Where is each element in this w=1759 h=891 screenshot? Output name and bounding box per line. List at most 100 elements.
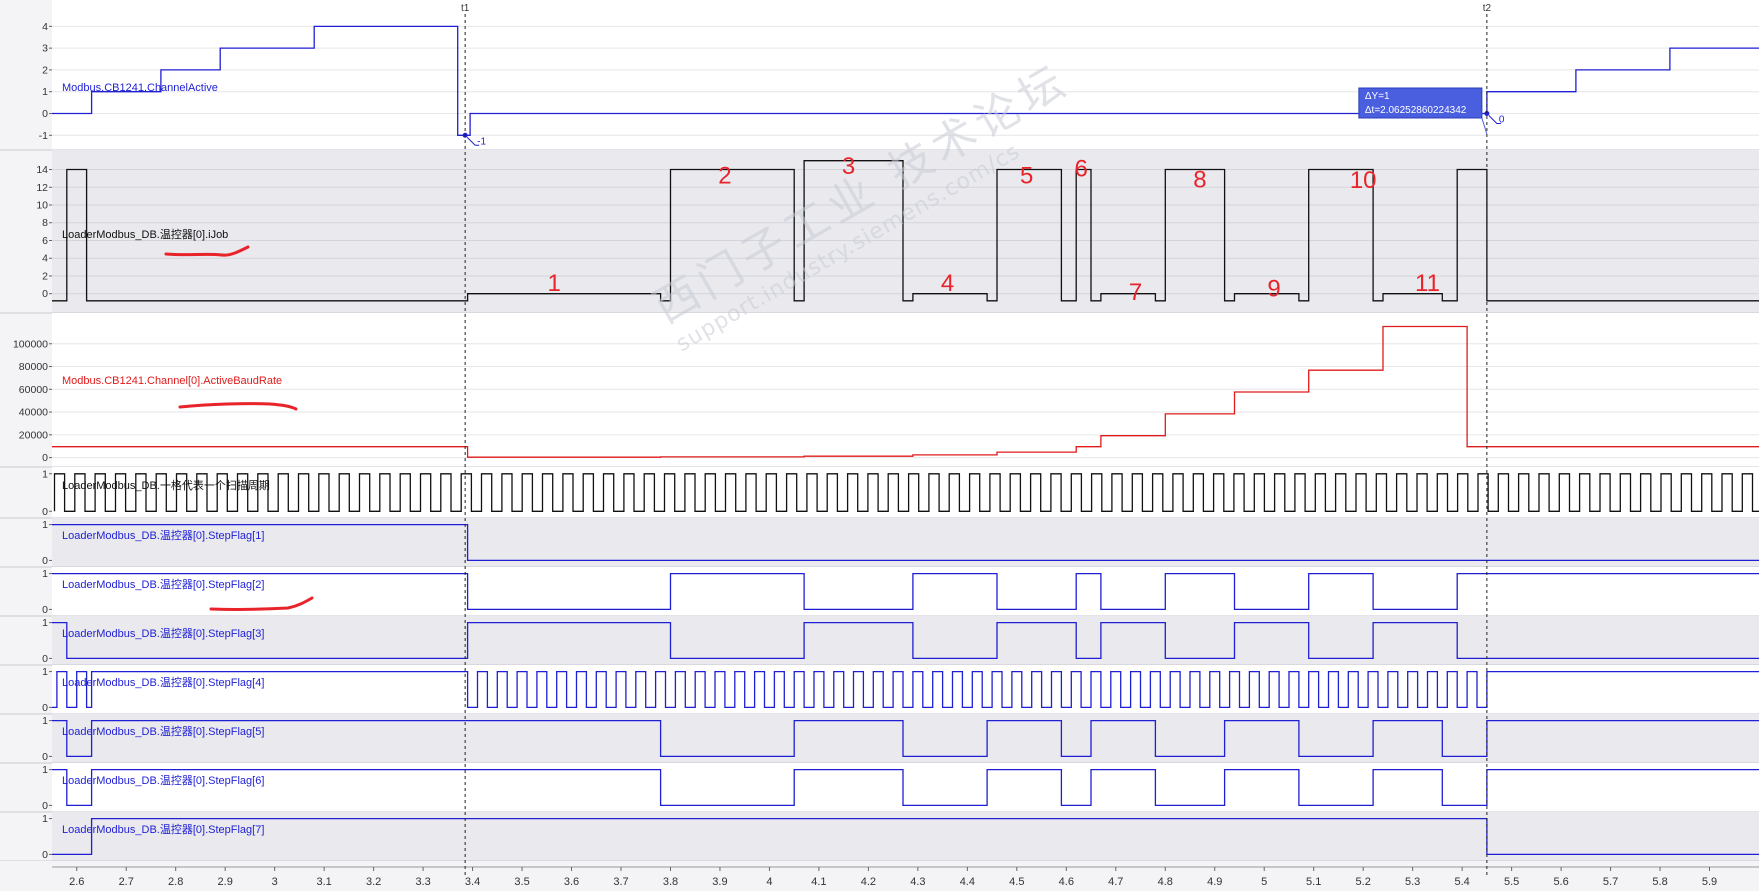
- track-background: [52, 313, 1759, 467]
- signal-name: LoaderModbus_DB.温控器[0].iJob: [62, 227, 228, 241]
- track-8[interactable]: 1 0 LoaderModbus_DB.温控器[0].StepFlag[4]: [0, 665, 1759, 715]
- track-background: [52, 567, 1759, 616]
- step-annotation: 2: [718, 163, 731, 190]
- y-tick-label: 14: [36, 164, 48, 176]
- y-tick-label: 1: [42, 666, 48, 678]
- y-tick-label: 0: [42, 555, 48, 567]
- x-tick-label: 3.7: [613, 876, 628, 888]
- track-background: [52, 665, 1759, 714]
- step-annotation: 5: [1020, 163, 1033, 190]
- y-tick-label: 80000: [19, 361, 48, 373]
- track-10[interactable]: 1 0 LoaderModbus_DB.温控器[0].StepFlag[6]: [0, 763, 1759, 813]
- y-tick-label: 0: [42, 653, 48, 665]
- y-tick-label: 0: [42, 702, 48, 714]
- signal-name: LoaderModbus_DB.温控器[0].StepFlag[7]: [62, 822, 264, 836]
- signal-name: LoaderModbus_DB.温控器[0].StepFlag[1]: [62, 528, 264, 542]
- x-tick-label: 4.8: [1158, 876, 1173, 888]
- signal-name: Modbus.CB1241.Channel[0].ActiveBaudRate: [62, 375, 282, 387]
- step-annotation: 6: [1074, 156, 1087, 183]
- x-tick-label: 4.9: [1207, 876, 1222, 888]
- y-tick-label: 1: [42, 568, 48, 580]
- x-tick-label: 4.6: [1059, 876, 1074, 888]
- x-tick-label: 5.6: [1553, 876, 1568, 888]
- track-9[interactable]: 1 0 LoaderModbus_DB.温控器[0].StepFlag[5]: [0, 714, 1759, 764]
- cursor-label-t1: t1: [461, 3, 470, 14]
- y-tick-label: 0: [42, 800, 48, 812]
- y-tick-label: 12: [36, 182, 48, 194]
- signal-name: LoaderModbus_DB.温控器[0].StepFlag[6]: [62, 773, 264, 787]
- track-4[interactable]: 1 0 LoaderModbus_DB.一格代表一个扫描周期: [0, 467, 1759, 519]
- x-tick-label: 3.5: [514, 876, 529, 888]
- step-annotation: 3: [842, 153, 855, 180]
- x-tick-label: 2.7: [119, 876, 134, 888]
- y-tick-label: 0: [42, 288, 48, 300]
- y-tick-label: 1: [42, 715, 48, 727]
- x-tick-label: 4.5: [1009, 876, 1024, 888]
- y-tick-label: 4: [42, 21, 48, 33]
- step-annotation: 8: [1193, 166, 1206, 193]
- x-tick-label: 5.5: [1504, 876, 1519, 888]
- x-tick-label: 4.2: [861, 876, 876, 888]
- signal-name: LoaderModbus_DB.温控器[0].StepFlag[5]: [62, 724, 264, 738]
- x-tick-label: 3.2: [366, 876, 381, 888]
- signal-name: LoaderModbus_DB.温控器[0].StepFlag[2]: [62, 577, 264, 591]
- y-tick-label: 100000: [13, 338, 48, 350]
- track-background: [52, 714, 1759, 763]
- track-background: [52, 518, 1759, 567]
- track-11[interactable]: 1 0 LoaderModbus_DB.温控器[0].StepFlag[7]: [0, 812, 1759, 862]
- y-tick-label: 0: [42, 849, 48, 861]
- x-tick-label: 3: [272, 876, 278, 888]
- x-tick-label: 5.2: [1356, 876, 1371, 888]
- signal-name: LoaderModbus_DB.一格代表一个扫描周期: [62, 478, 270, 492]
- step-annotation: 9: [1267, 275, 1280, 302]
- signal-name: LoaderModbus_DB.温控器[0].StepFlag[4]: [62, 675, 264, 689]
- marker-value: -1: [477, 136, 486, 147]
- marker-value: 0: [1499, 115, 1505, 126]
- step-annotation: 10: [1350, 167, 1377, 194]
- track-background: [52, 14, 1759, 150]
- x-tick-label: 4.4: [960, 876, 975, 888]
- y-tick-label: 4: [42, 253, 48, 265]
- track-5[interactable]: 1 0 LoaderModbus_DB.温控器[0].StepFlag[1]: [0, 518, 1759, 568]
- x-tick-label: 3.6: [564, 876, 579, 888]
- x-tick-label: 3.9: [712, 876, 727, 888]
- y-tick-label: 3: [42, 43, 48, 55]
- x-axis: 2.6 2.7 2.8 2.9 3 3.1 3.2 3.3 3.4 3.5 3.6 3.7 3.8 3.9…: [0, 861, 1759, 891]
- track-background: [52, 467, 1759, 518]
- x-tick-label: 3.8: [663, 876, 678, 888]
- cursor-label-t2: t2: [1483, 3, 1492, 14]
- x-tick-label: 5.9: [1702, 876, 1717, 888]
- y-tick-label: 6: [42, 235, 48, 247]
- track-1[interactable]: 4 3 2 1 0 -1 Modbus.CB1241.ChannelActive -1 0: [0, 14, 1759, 151]
- y-tick-label: 1: [42, 468, 48, 480]
- step-annotation: 11: [1415, 270, 1440, 297]
- signal-name: Modbus.CB1241.ChannelActive: [62, 82, 218, 94]
- track-background: [52, 616, 1759, 665]
- track-2[interactable]: 14121086420LoaderModbus_DB.温控器[0].iJob12…: [0, 150, 1759, 314]
- y-tick-label: 1: [42, 617, 48, 629]
- x-tick-label: 3.3: [415, 876, 430, 888]
- x-tick-label: 5: [1261, 876, 1267, 888]
- x-tick-label: 4: [766, 876, 772, 888]
- y-tick-label: 1: [42, 813, 48, 825]
- y-tick-label: 0: [42, 751, 48, 763]
- measurement-dt: Δt=2.06252860224342: [1365, 105, 1467, 116]
- x-tick-label: 3.4: [465, 876, 480, 888]
- step-annotation: 1: [548, 270, 561, 297]
- x-tick-label: 5.1: [1306, 876, 1321, 888]
- track-3[interactable]: 100000 80000 60000 40000 20000 0 Modbus.CB1241…: [0, 313, 1759, 468]
- track-7[interactable]: 1 0 LoaderModbus_DB.温控器[0].StepFlag[3]: [0, 616, 1759, 666]
- x-tick-label: 4.7: [1108, 876, 1123, 888]
- y-tick-label: 8: [42, 217, 48, 229]
- y-tick-label: -1: [39, 130, 48, 142]
- y-tick-label: 40000: [19, 407, 48, 419]
- y-tick-label: 1: [42, 764, 48, 776]
- x-tick-label: 4.3: [910, 876, 925, 888]
- track-background: [52, 150, 1759, 313]
- y-tick-label: 0: [42, 108, 48, 120]
- x-tick-label: 4.1: [811, 876, 826, 888]
- x-tick-label: 2.8: [168, 876, 183, 888]
- step-annotation: 4: [941, 270, 954, 297]
- x-tick-label: 3.1: [316, 876, 331, 888]
- signal-name: LoaderModbus_DB.温控器[0].StepFlag[3]: [62, 626, 264, 640]
